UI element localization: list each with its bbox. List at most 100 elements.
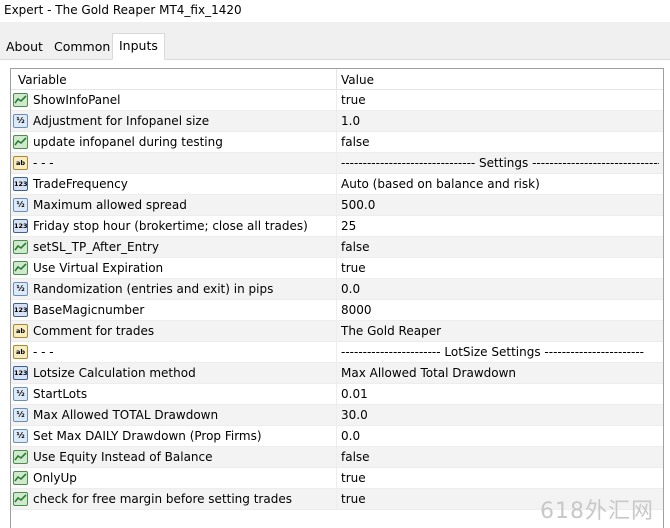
- variable-value[interactable]: Auto (based on balance and risk): [341, 177, 659, 191]
- bool-icon: [13, 471, 28, 485]
- bool-icon: [13, 93, 28, 107]
- column-divider: [336, 384, 337, 405]
- variable-value[interactable]: false: [341, 450, 659, 464]
- double-icon: ½: [13, 408, 28, 422]
- double-icon: ½: [13, 282, 28, 296]
- variable-name: Use Virtual Expiration: [33, 261, 164, 275]
- bool-icon: [13, 450, 28, 464]
- variable-value[interactable]: ----------------------- LotSize Settings…: [341, 345, 659, 359]
- variable-value[interactable]: 0.0: [341, 282, 659, 296]
- variable-value[interactable]: true: [341, 471, 659, 485]
- table-row[interactable]: ½ Adjustment for Infopanel size 1.0: [11, 111, 663, 132]
- tab-inputs[interactable]: Inputs: [112, 33, 165, 60]
- variable-name: BaseMagicnumber: [33, 303, 145, 317]
- double-icon: ½: [13, 429, 28, 443]
- column-header-variable[interactable]: Variable: [18, 73, 67, 87]
- column-divider: [336, 321, 337, 342]
- variable-value[interactable]: 1.0: [341, 114, 659, 128]
- string-icon: ab: [13, 345, 28, 359]
- bool-icon: [13, 261, 28, 275]
- bool-icon: [13, 240, 28, 254]
- column-divider: [336, 489, 337, 510]
- inputs-panel: Variable Value ShowInfoPanel true ½ Adjustm…: [0, 60, 670, 528]
- column-divider: [336, 342, 337, 363]
- variable-value[interactable]: 500.0: [341, 198, 659, 212]
- table-row[interactable]: ab - - - ----------------------- LotSize S…: [11, 342, 663, 363]
- variable-name: Randomization (entries and exit) in pips: [33, 282, 274, 296]
- bool-icon: [13, 135, 28, 149]
- grid-header: Variable Value: [11, 69, 663, 90]
- tab-about[interactable]: About: [0, 36, 49, 59]
- column-divider: [336, 195, 337, 216]
- column-divider: [336, 405, 337, 426]
- table-row[interactable]: update infopanel during testing false: [11, 132, 663, 153]
- tab-strip: About Common Inputs: [0, 33, 670, 60]
- table-row[interactable]: ½ StartLots 0.01: [11, 384, 663, 405]
- int-icon: 123: [13, 219, 28, 233]
- table-row[interactable]: Use Virtual Expiration true: [11, 258, 663, 279]
- table-row[interactable]: ShowInfoPanel true: [11, 90, 663, 111]
- variable-value[interactable]: 8000: [341, 303, 659, 317]
- variable-value[interactable]: 0.0: [341, 429, 659, 443]
- column-header-value[interactable]: Value: [341, 73, 374, 87]
- variable-name: - - -: [33, 345, 54, 359]
- variable-value[interactable]: true: [341, 261, 659, 275]
- table-row[interactable]: 123 TradeFrequency Auto (based on balance …: [11, 174, 663, 195]
- table-row[interactable]: ab Comment for trades The Gold Reaper: [11, 321, 663, 342]
- column-divider[interactable]: [336, 69, 337, 90]
- window-title: Expert - The Gold Reaper MT4_fix_1420: [0, 0, 670, 22]
- table-row[interactable]: 123 BaseMagicnumber 8000: [11, 300, 663, 321]
- column-divider: [336, 237, 337, 258]
- string-icon: ab: [13, 324, 28, 338]
- column-divider: [336, 153, 337, 174]
- table-row[interactable]: ½ Set Max DAILY Drawdown (Prop Firms) 0.0: [11, 426, 663, 447]
- table-row[interactable]: ½ Maximum allowed spread 500.0: [11, 195, 663, 216]
- variable-value[interactable]: false: [341, 135, 659, 149]
- variable-name: Set Max DAILY Drawdown (Prop Firms): [33, 429, 262, 443]
- variable-value[interactable]: 0.01: [341, 387, 659, 401]
- double-icon: ½: [13, 114, 28, 128]
- variable-name: StartLots: [33, 387, 88, 401]
- column-divider: [336, 468, 337, 489]
- double-icon: ½: [13, 387, 28, 401]
- variable-value[interactable]: 30.0: [341, 408, 659, 422]
- column-divider: [336, 258, 337, 279]
- table-row[interactable]: 123 Lotsize Calculation method Max Allowed…: [11, 363, 663, 384]
- table-row[interactable]: ½ Randomization (entries and exit) in pip…: [11, 279, 663, 300]
- variable-name: OnlyUp: [33, 471, 77, 485]
- column-divider: [336, 132, 337, 153]
- variable-name: Friday stop hour (brokertime; close all …: [33, 219, 308, 233]
- variable-name: TradeFrequency: [33, 177, 128, 191]
- column-divider: [336, 279, 337, 300]
- variable-name: Use Equity Instead of Balance: [33, 450, 213, 464]
- variable-value[interactable]: true: [341, 93, 659, 107]
- bool-icon: [13, 492, 28, 506]
- table-row[interactable]: ½ Max Allowed TOTAL Drawdown 30.0: [11, 405, 663, 426]
- int-icon: 123: [13, 366, 28, 380]
- variable-name: Maximum allowed spread: [33, 198, 187, 212]
- variable-name: setSL_TP_After_Entry: [33, 240, 159, 254]
- variable-name: - - -: [33, 156, 54, 170]
- table-row[interactable]: Use Equity Instead of Balance false: [11, 447, 663, 468]
- inputs-grid: Variable Value ShowInfoPanel true ½ Adjustm…: [10, 68, 664, 528]
- watermark-logo: 618外汇网: [540, 499, 654, 524]
- column-divider: [336, 216, 337, 237]
- variable-value[interactable]: 25: [341, 219, 659, 233]
- column-divider: [336, 111, 337, 132]
- variable-value[interactable]: The Gold Reaper: [341, 324, 659, 338]
- variable-value[interactable]: ------------------------------- Settings…: [341, 156, 659, 170]
- tab-common[interactable]: Common: [48, 36, 116, 59]
- int-icon: 123: [13, 177, 28, 191]
- string-icon: ab: [13, 156, 28, 170]
- table-row[interactable]: OnlyUp true: [11, 468, 663, 489]
- double-icon: ½: [13, 198, 28, 212]
- variable-value[interactable]: Max Allowed Total Drawdown: [341, 366, 659, 380]
- variable-name: Comment for trades: [33, 324, 155, 338]
- table-row[interactable]: setSL_TP_After_Entry false: [11, 237, 663, 258]
- column-divider: [336, 174, 337, 195]
- variable-value[interactable]: false: [341, 240, 659, 254]
- column-divider: [336, 300, 337, 321]
- table-row[interactable]: 123 Friday stop hour (brokertime; close a…: [11, 216, 663, 237]
- variable-name: ShowInfoPanel: [33, 93, 121, 107]
- table-row[interactable]: ab - - - ------------------------------- S…: [11, 153, 663, 174]
